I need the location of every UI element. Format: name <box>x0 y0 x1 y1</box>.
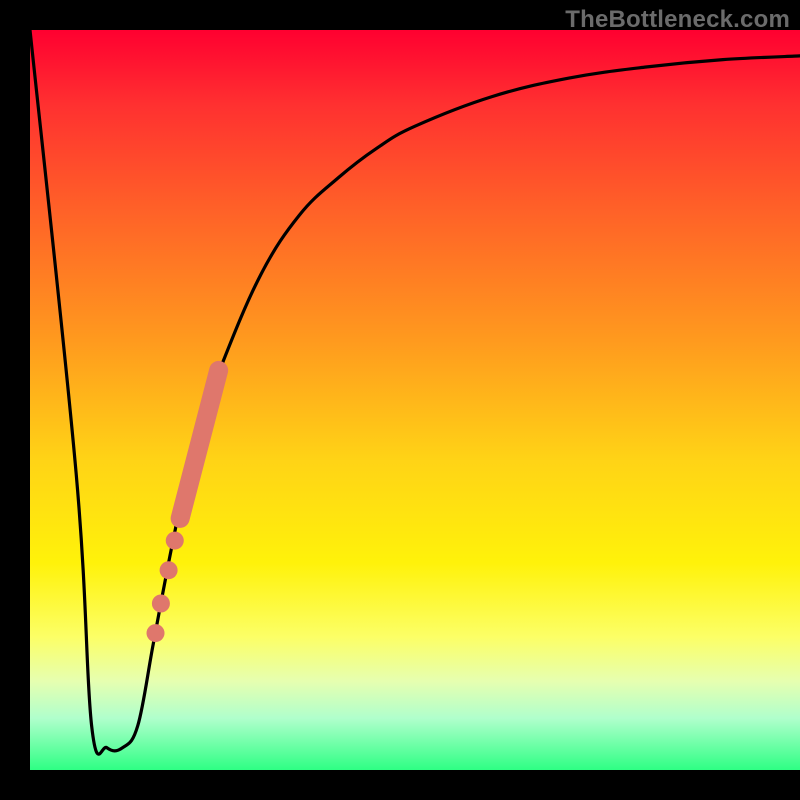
plot-area <box>30 30 800 770</box>
marker-dot <box>166 532 184 550</box>
chart-svg <box>30 30 800 770</box>
marker-dot <box>152 595 170 613</box>
marker-thick-segment <box>180 370 219 518</box>
marker-dot <box>160 561 178 579</box>
marker-dot <box>147 624 165 642</box>
chart-stage: TheBottleneck.com <box>0 0 800 800</box>
bottleneck-curve <box>30 30 800 754</box>
